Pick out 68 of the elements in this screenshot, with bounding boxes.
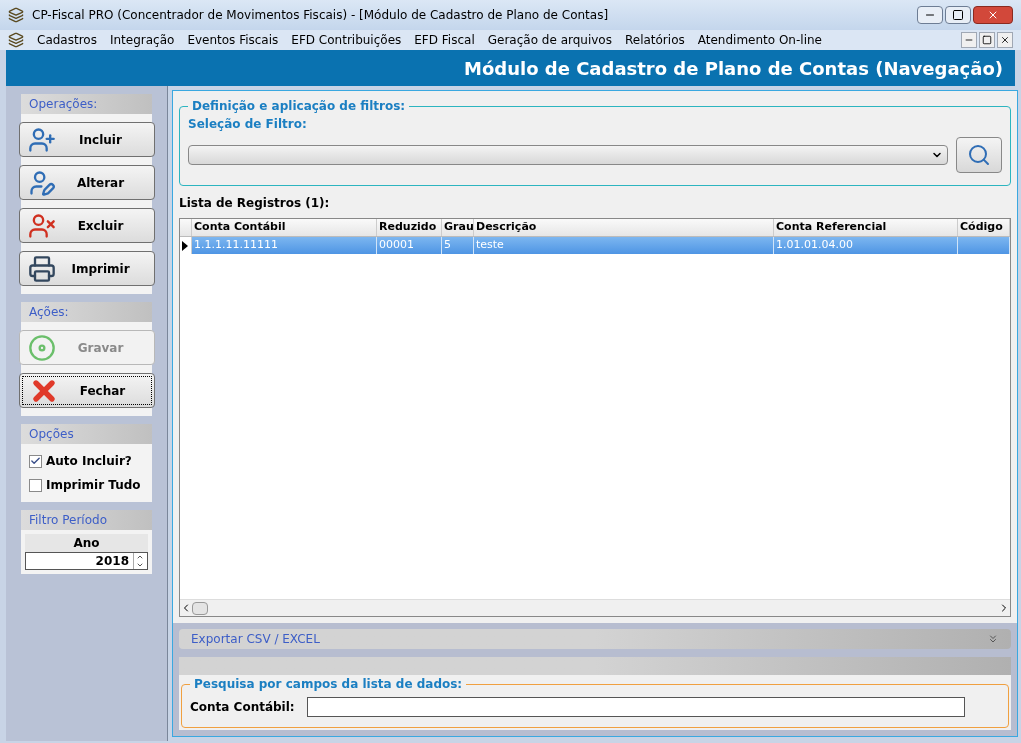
menu-item[interactable]: Geração de arquivos: [487, 31, 612, 49]
panel-header: Filtro Período: [21, 510, 152, 530]
app-icon: [8, 7, 24, 23]
sidebar-button[interactable]: Incluir: [18, 122, 155, 157]
group-title: Pesquisa por campos da lista de dados:: [193, 676, 464, 693]
window-title: CP-Fiscal PRO (Concentrador de Movimentos Fiscais) - [Módulo de Cadastro de Plano de Contas]: [32, 7, 610, 24]
checkbox-label: Imprimir Tudo: [46, 477, 141, 494]
export-bar[interactable]: Exportar CSV / EXCEL: [179, 629, 1011, 649]
menu-item[interactable]: Integração: [109, 31, 175, 49]
sidebar-button[interactable]: Excluir: [18, 208, 155, 243]
panel-header: Ações:: [21, 302, 152, 322]
expand-icon: [987, 633, 999, 645]
minimize-button[interactable]: [917, 6, 943, 24]
panel-header: Operações:: [21, 94, 152, 114]
close-button[interactable]: [997, 32, 1013, 48]
minimize-button[interactable]: [961, 32, 977, 48]
restore-icon: [982, 35, 992, 45]
filter-select[interactable]: [188, 145, 948, 165]
column-header[interactable]: Reduzido: [377, 219, 442, 236]
search-icon: [967, 143, 991, 167]
user-edit-icon: [27, 168, 56, 197]
user-plus-icon: [27, 125, 56, 154]
menu-item[interactable]: EFD Contribuições: [291, 31, 402, 49]
disc-icon: [27, 333, 56, 362]
checkbox-label: Auto Incluir?: [46, 453, 132, 470]
maximize-icon: [952, 9, 964, 21]
row-pointer-icon: [182, 240, 188, 251]
table-cell: 00001: [377, 237, 442, 254]
user-delete-icon: [27, 211, 56, 240]
scroll-thumb[interactable]: [192, 601, 208, 615]
search-button[interactable]: [956, 137, 1002, 173]
sidebar-button[interactable]: Fechar: [18, 373, 155, 408]
menu-item[interactable]: Atendimento On-line: [697, 31, 822, 49]
panel-header: Opções: [21, 424, 152, 444]
group-title: Definição e aplicação de filtros:: [191, 98, 407, 115]
table-cell: 1.01.01.04.00: [774, 237, 958, 254]
check-icon: [30, 455, 41, 467]
sidebar-button[interactable]: Imprimir: [18, 251, 155, 286]
menu-item[interactable]: EFD Fiscal: [414, 31, 475, 49]
column-header[interactable]: Conta Contábil: [192, 219, 377, 236]
menu-item[interactable]: Cadastros: [37, 31, 97, 49]
header-title: Módulo de Cadastro de Plano de Contas (Navegação): [464, 56, 1003, 81]
horizontal-scrollbar[interactable]: [180, 599, 1010, 616]
menu-item[interactable]: Relatórios: [624, 31, 685, 49]
table-cell: 5: [442, 237, 474, 254]
table-cell: teste: [474, 237, 774, 254]
column-header[interactable]: Código: [958, 219, 1010, 236]
input-field[interactable]: [306, 697, 965, 717]
restore-button[interactable]: [979, 32, 995, 48]
app-icon: [8, 32, 24, 48]
close-icon: [1000, 35, 1010, 45]
column-header[interactable]: Descrição: [474, 219, 774, 236]
list-title: Lista de Registros (1):: [179, 195, 331, 212]
year-label: Ano: [25, 534, 148, 552]
column-header[interactable]: Grau: [442, 219, 474, 236]
field-label: Conta Contábil:: [190, 699, 295, 716]
printer-icon: [27, 254, 56, 283]
sidebar-button[interactable]: Alterar: [18, 165, 155, 200]
table-cell: 1.1.1.11.11111: [192, 237, 377, 254]
checkbox[interactable]: [29, 478, 42, 492]
year-spinner[interactable]: 2018: [25, 552, 148, 570]
checkbox[interactable]: [29, 454, 42, 468]
maximize-button[interactable]: [945, 6, 971, 24]
column-header[interactable]: Conta Referencial: [774, 219, 958, 236]
filter-label: Seleção de Filtro:: [188, 116, 308, 133]
close-icon: [987, 9, 999, 21]
close-button[interactable]: [973, 6, 1013, 24]
menu-item[interactable]: Eventos Fiscais: [187, 31, 279, 49]
